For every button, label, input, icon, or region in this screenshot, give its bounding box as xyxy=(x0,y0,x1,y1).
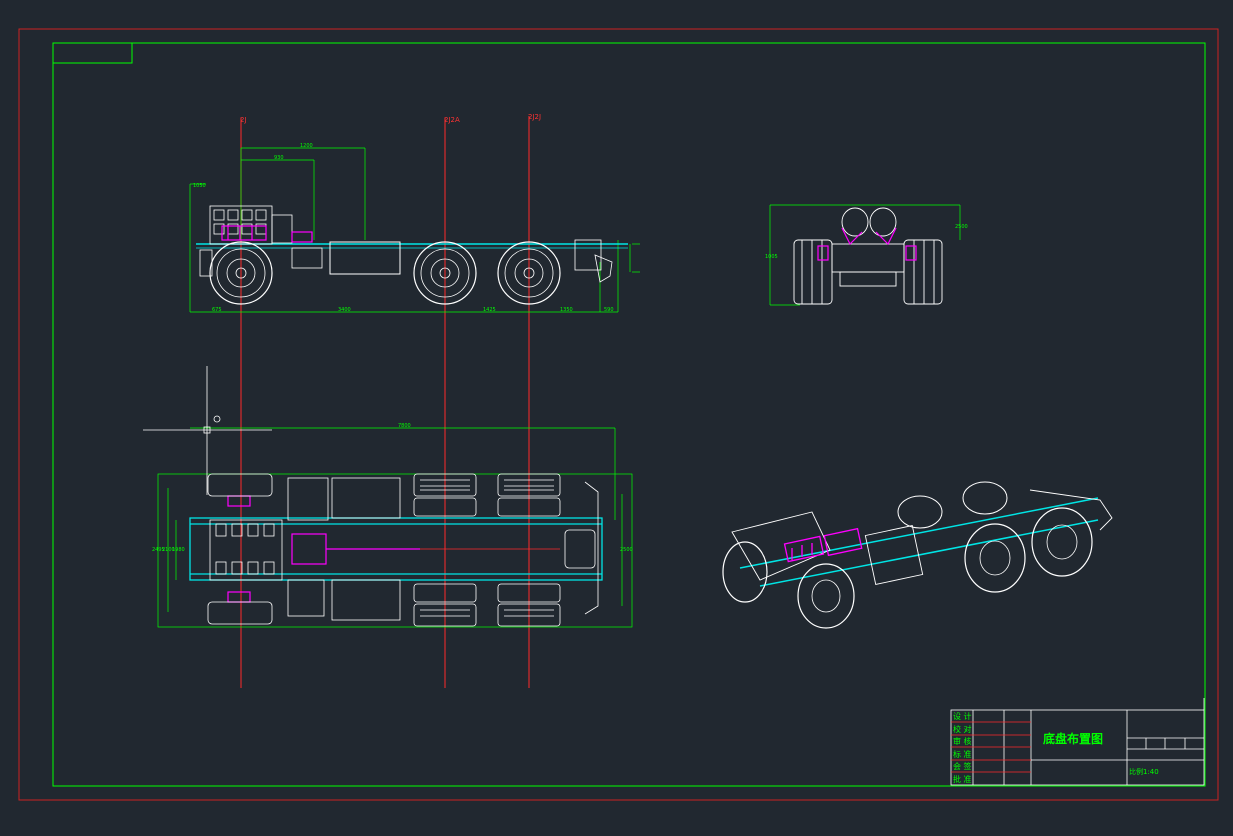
cad-drawing-canvas[interactable]: 2J 2J2A 2J2J 1200 930 1050 675 3400 1425… xyxy=(0,0,1233,836)
side-dim-height: 1050 xyxy=(193,183,206,189)
front-dim-width: 2500 xyxy=(955,224,968,230)
side-view-dimensions xyxy=(189,147,640,313)
side-dim-bottom-3: 1425 xyxy=(483,307,496,313)
sign-row-review: 审 核 xyxy=(953,737,972,746)
mid-axle-label: 2J2A xyxy=(444,116,460,124)
sign-row-approve: 批 准 xyxy=(953,775,972,784)
inner-sheet-border xyxy=(52,42,1206,787)
outer-sheet-border xyxy=(18,28,1219,801)
isometric-view[interactable] xyxy=(722,481,1113,629)
side-view[interactable]: 1200 930 1050 675 3400 1425 1350 590 xyxy=(189,143,640,313)
front-view-dimensions xyxy=(769,204,961,306)
sign-row-design: 设 计 xyxy=(953,712,972,721)
front-view-outline xyxy=(793,207,943,305)
front-axle-label: 2J xyxy=(240,116,247,124)
sign-row-check: 校 对 xyxy=(953,725,972,734)
side-dim-bottom-5: 590 xyxy=(604,307,614,313)
iso-wheels xyxy=(722,481,1093,629)
plan-powertrain-highlight xyxy=(227,495,560,603)
plan-wheels xyxy=(207,473,561,627)
plan-dim-overall: 7800 xyxy=(398,423,411,429)
front-view[interactable]: 2500 1005 xyxy=(765,204,968,306)
side-dim-bottom-2: 3400 xyxy=(338,307,351,313)
plan-dim-track-3: 1980 xyxy=(172,547,185,553)
plan-dim-track-4: 2500 xyxy=(620,547,633,553)
drawing-scale: 比例1:40 xyxy=(1129,768,1159,776)
side-dim-bottom-4: 1350 xyxy=(560,307,573,313)
axle-center-lines xyxy=(240,116,530,688)
sheet-corner-tag xyxy=(52,42,133,64)
sign-row-standard: 标 准 xyxy=(953,750,972,759)
side-dim-bottom-1: 675 xyxy=(212,307,222,313)
side-dim-top: 1200 xyxy=(300,143,313,149)
plan-view-dimensions xyxy=(157,427,633,628)
cad-crosshair-cursor[interactable] xyxy=(143,366,272,495)
front-dim-height: 1005 xyxy=(765,254,778,260)
rear-axle-label: 2J2J xyxy=(528,113,541,121)
drawing-title: 底盘布置图 xyxy=(1043,732,1104,746)
side-dim-inner: 930 xyxy=(274,155,284,161)
side-frame-rail xyxy=(196,239,628,283)
iso-chassis-outline xyxy=(731,489,1113,585)
sign-row-countersign: 会 签 xyxy=(953,762,972,771)
plan-view[interactable]: 7800 2495 2100 1980 2500 xyxy=(143,366,633,628)
